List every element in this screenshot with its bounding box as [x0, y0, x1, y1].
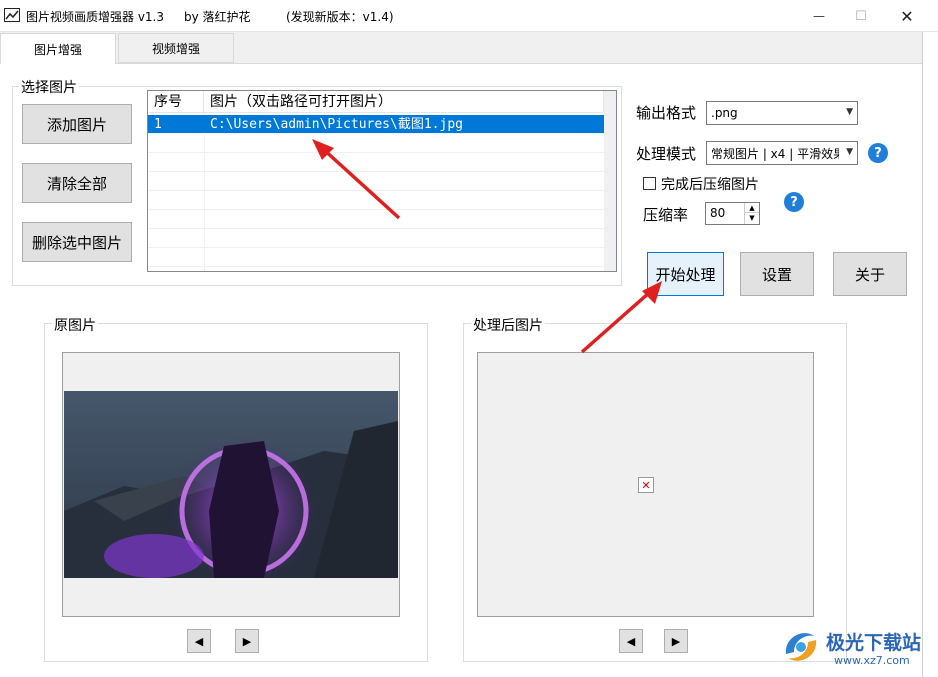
table-row: [148, 153, 604, 172]
compress-checkbox[interactable]: [643, 177, 656, 190]
original-next-button[interactable]: ▶: [235, 629, 259, 653]
watermark-logo-icon: [785, 633, 817, 661]
add-image-button[interactable]: 添加图片: [22, 104, 132, 144]
process-mode-label: 处理模式: [636, 145, 697, 163]
table-row: [148, 134, 604, 153]
stepper-up-icon[interactable]: ▲: [744, 203, 759, 213]
list-scrollbar[interactable]: [604, 91, 616, 271]
column-header-index[interactable]: 序号: [148, 91, 204, 113]
processed-prev-button[interactable]: ◀: [619, 629, 643, 653]
watermark-url: www.xz7.com: [834, 654, 910, 667]
delete-selected-button[interactable]: 删除选中图片: [22, 222, 132, 262]
process-mode-select[interactable]: 常规图片 | x4 | 平滑效果 ▼: [706, 141, 858, 165]
watermark-text: 极光下载站: [826, 632, 922, 654]
mode-help-icon[interactable]: ?: [868, 143, 888, 163]
table-row: [148, 191, 604, 210]
settings-button[interactable]: 设置: [740, 252, 814, 296]
title-bar: 图片视频画质增强器 v1.3 by 落红护花 (发现新版本：v1.4) — ☐ …: [0, 0, 938, 32]
close-button[interactable]: ✕: [884, 0, 930, 32]
original-image-title: 原图片: [52, 315, 98, 335]
stepper-down-icon[interactable]: ▼: [744, 213, 759, 224]
processed-next-button[interactable]: ▶: [664, 629, 688, 653]
output-format-select[interactable]: .png ▼: [706, 101, 858, 125]
compress-rate-label: 压缩率: [643, 206, 689, 224]
chevron-down-icon: ▼: [846, 147, 853, 157]
image-file-list[interactable]: 序号 图片（双击路径可打开图片） 1 C:\Users\admin\Pictur…: [147, 90, 617, 272]
output-format-value: .png: [711, 106, 738, 120]
maximize-button[interactable]: ☐: [838, 0, 884, 32]
table-row: [148, 210, 604, 229]
compress-rate-value: 80: [710, 206, 726, 220]
row-path[interactable]: C:\Users\admin\Pictures\截图1.jpg: [210, 115, 463, 134]
about-button[interactable]: 关于: [833, 252, 907, 296]
processed-image-view[interactable]: ✕: [477, 352, 814, 617]
row-index: 1: [154, 117, 162, 132]
output-format-label: 输出格式: [636, 104, 697, 122]
original-image-thumbnail: [64, 391, 398, 578]
window-author: by 落红护花: [184, 10, 251, 24]
broken-image-icon: ✕: [638, 477, 654, 493]
minimize-button[interactable]: —: [796, 0, 842, 32]
original-prev-button[interactable]: ◀: [187, 629, 211, 653]
window-title: 图片视频画质增强器 v1.3: [26, 10, 165, 24]
tab-image-enhance[interactable]: 图片增强: [0, 33, 116, 64]
tab-video-enhance[interactable]: 视频增强: [118, 33, 234, 63]
background-window-edge: [922, 32, 938, 677]
table-row: [148, 172, 604, 191]
table-row: [148, 229, 604, 248]
compress-rate-stepper[interactable]: 80 ▲ ▼: [705, 202, 760, 225]
compress-label: 完成后压缩图片: [661, 177, 759, 193]
compress-help-icon[interactable]: ?: [784, 192, 804, 212]
site-watermark: 极光下载站 www.xz7.com: [776, 622, 938, 677]
table-row[interactable]: 1 C:\Users\admin\Pictures\截图1.jpg: [148, 115, 604, 134]
chevron-down-icon: ▼: [846, 107, 853, 117]
select-images-title: 选择图片: [19, 77, 79, 97]
start-processing-button[interactable]: 开始处理: [647, 252, 724, 296]
new-version-notice[interactable]: (发现新版本：v1.4): [286, 8, 394, 25]
original-image-view[interactable]: [62, 352, 400, 617]
app-icon: [4, 8, 20, 22]
clear-all-button[interactable]: 清除全部: [22, 163, 132, 203]
processed-image-title: 处理后图片: [471, 315, 545, 335]
column-header-path[interactable]: 图片（双击路径可打开图片）: [204, 91, 604, 113]
table-row: [148, 248, 604, 267]
process-mode-value: 常规图片 | x4 | 平滑效果: [711, 146, 839, 161]
